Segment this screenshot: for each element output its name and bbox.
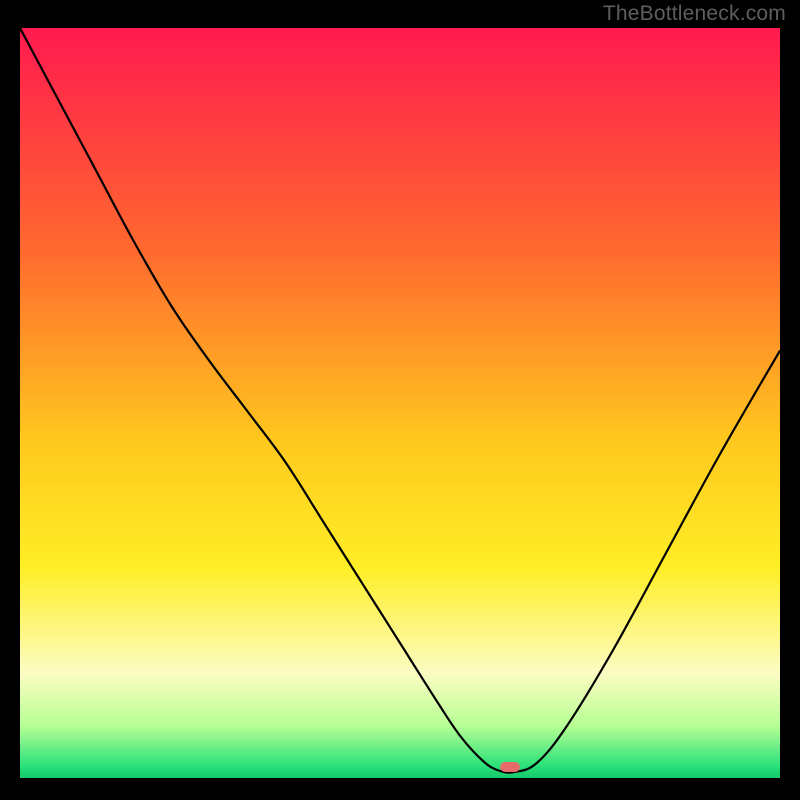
watermark-text: TheBottleneck.com	[603, 2, 786, 26]
chart-svg	[20, 28, 780, 778]
gradient-background	[20, 28, 780, 778]
chart-frame: TheBottleneck.com	[0, 0, 800, 800]
optimum-marker	[500, 762, 520, 772]
plot-area	[20, 28, 780, 778]
